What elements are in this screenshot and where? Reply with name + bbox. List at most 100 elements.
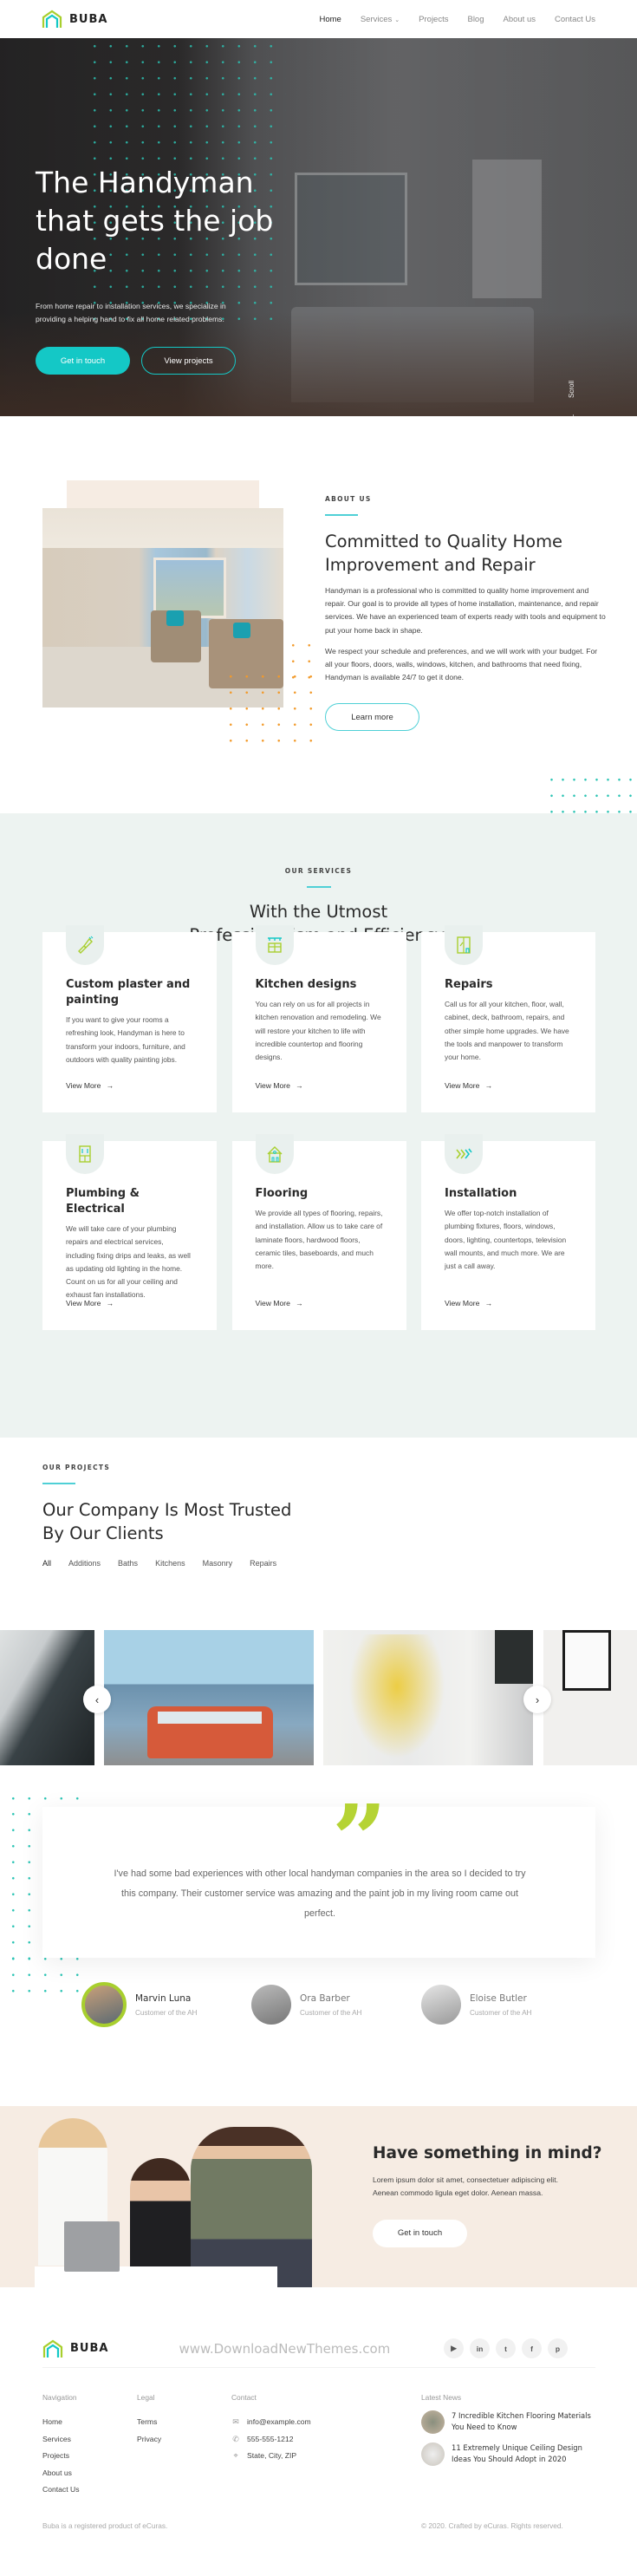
about-image-pillow <box>166 610 184 626</box>
nav-home[interactable]: Home <box>320 15 341 24</box>
site-header: BUBA Home Services ⌄ Projects Blog About … <box>0 0 637 38</box>
footer-bottom: Buba is a registered product of eCuras. … <box>42 2521 595 2530</box>
learn-more-button[interactable]: Learn more <box>325 703 419 732</box>
service-card: Custom plaster and painting If you want … <box>42 925 217 1112</box>
twitter-icon[interactable]: t <box>496 2338 516 2358</box>
project-image-frame <box>562 1630 611 1691</box>
filter-kitchens[interactable]: Kitchens <box>155 1559 185 1568</box>
contact-get-in-touch-button[interactable]: Get in touch <box>373 2219 467 2247</box>
view-more-link[interactable]: View More → <box>256 1081 303 1090</box>
contact-cta-paragraph: Lorem ipsum dolor sit amet, consectetuer… <box>373 2175 558 2198</box>
news-thumbnail <box>421 2410 445 2434</box>
filter-baths[interactable]: Baths <box>118 1559 138 1568</box>
filter-all[interactable]: All <box>42 1559 51 1568</box>
filter-repairs[interactable]: Repairs <box>250 1559 276 1568</box>
footer-link-terms[interactable]: Terms <box>137 2414 157 2431</box>
service-card: Repairs Call us for all your kitchen, fl… <box>421 925 595 1112</box>
filter-additions[interactable]: Additions <box>68 1559 101 1568</box>
chevron-down-icon: ⌄ <box>394 16 400 23</box>
about-paragraph: We respect your schedule and preferences… <box>325 646 598 682</box>
facebook-icon[interactable]: f <box>522 2338 542 2358</box>
project-image-blue-house-van[interactable] <box>104 1630 314 1765</box>
nav-about[interactable]: About us <box>504 15 536 24</box>
footer-contact-column: Contact ✉ info@example.com ✆ 555-555-1212 … <box>231 2393 311 2465</box>
gallery-prev-button[interactable]: ‹ <box>83 1686 111 1713</box>
project-image-staircase[interactable] <box>0 1630 94 1765</box>
view-more-link[interactable]: View More → <box>66 1081 114 1090</box>
view-more-link[interactable]: View More → <box>445 1299 492 1308</box>
footer-logo[interactable]: BUBA <box>42 2339 108 2358</box>
view-more-link[interactable]: View More → <box>66 1299 114 1308</box>
project-image-brick-wall[interactable] <box>543 1630 637 1765</box>
about-paragraph: Handyman is a professional who is commit… <box>325 586 606 635</box>
footer-news-column: Latest News 7 Incredible Kitchen Floorin… <box>421 2393 599 2466</box>
nav-services[interactable]: Services ⌄ <box>361 15 400 24</box>
team-photo-laptop <box>64 2221 120 2272</box>
nav-projects[interactable]: Projects <box>419 15 448 24</box>
footer-column-heading: Legal <box>137 2393 155 2402</box>
footer-link-services[interactable]: Services <box>42 2431 71 2449</box>
hero-subtitle: From home repair to installation service… <box>36 302 226 323</box>
testimonial-author[interactable]: Marvin Luna Customer of the AH <box>81 1982 251 2027</box>
footer-copyright: © 2020. Crafted by eCuras. Rights reserv… <box>421 2521 563 2530</box>
footer-link-home[interactable]: Home <box>42 2414 62 2431</box>
footer-top: BUBA www.DownloadNewThemes.com ▶ in t f … <box>42 2338 595 2358</box>
get-in-touch-button[interactable]: Get in touch <box>36 347 130 375</box>
service-text: We provide all types of flooring, repair… <box>255 1209 383 1271</box>
contact-cta-title: Have something in mind? <box>373 2144 602 2162</box>
linkedin-icon[interactable]: in <box>470 2338 490 2358</box>
view-more-link[interactable]: View More → <box>256 1299 303 1308</box>
projects-title-line: Our Company Is Most Trusted <box>42 1500 292 1520</box>
service-text: We will take care of your plumbing repai… <box>66 1224 191 1300</box>
footer-email[interactable]: info@example.com <box>247 2414 311 2431</box>
arrow-right-icon: → <box>106 1299 114 1308</box>
watermark: www.DownloadNewThemes.com <box>179 2340 391 2357</box>
view-projects-button[interactable]: View projects <box>141 347 236 375</box>
kitchen-cabinet-icon <box>255 925 294 965</box>
project-image-kitchen-flowers[interactable] <box>323 1630 533 1765</box>
view-more-link[interactable]: View More → <box>445 1081 492 1090</box>
decorative-dots <box>5 1951 92 1999</box>
chevron-right-icon: › <box>535 1692 540 1706</box>
view-more-label: View More <box>445 1081 480 1090</box>
hero-title: The Handyman that gets the job done <box>36 166 274 276</box>
view-more-label: View More <box>255 1081 290 1090</box>
testimonial-author[interactable]: Ora Barber Customer of the AH <box>251 1982 421 2027</box>
services-eyebrow: OUR SERVICES <box>284 867 353 875</box>
services-title-line: With the Utmost <box>249 902 388 922</box>
avatar <box>251 1985 291 2025</box>
news-item[interactable]: 11 Extremely Unique Ceiling Design Ideas… <box>421 2442 599 2466</box>
pinterest-icon[interactable]: p <box>548 2338 568 2358</box>
house-logo-icon <box>42 10 62 28</box>
author-name: Marvin Luna <box>135 1992 192 2004</box>
footer-link-about[interactable]: About us <box>42 2465 72 2482</box>
service-title: Plumbing & Electrical <box>66 1187 140 1216</box>
footer-link-contact[interactable]: Contact Us <box>42 2481 80 2499</box>
projects-title: Our Company Is Most Trusted By Our Clien… <box>42 1498 291 1545</box>
footer-phone[interactable]: 555-555-1212 <box>247 2431 294 2449</box>
youtube-icon[interactable]: ▶ <box>444 2338 464 2358</box>
about-eyebrow: ABOUT US <box>325 495 372 503</box>
about-image-window <box>153 558 226 618</box>
author-role: Customer of the AH <box>470 2008 532 2017</box>
footer-link-projects[interactable]: Projects <box>42 2448 69 2465</box>
service-card: Flooring We provide all types of floorin… <box>231 1134 406 1330</box>
footer-nav-column: Navigation Home Services Projects About … <box>42 2393 80 2499</box>
nav-blog[interactable]: Blog <box>467 15 484 24</box>
service-card: Installation We offer top-notch installa… <box>421 1134 595 1330</box>
nav-contact[interactable]: Contact Us <box>555 15 595 24</box>
about-image-pillow <box>233 623 250 638</box>
footer-link-privacy[interactable]: Privacy <box>137 2431 161 2449</box>
news-item[interactable]: 7 Incredible Kitchen Flooring Materials … <box>421 2410 599 2434</box>
logo-text: BUBA <box>70 2342 109 2355</box>
testimonial-author[interactable]: Eloise Butler Customer of the AH <box>421 1982 591 2027</box>
scroll-indicator[interactable]: Scroll <box>568 381 575 398</box>
filter-masonry[interactable]: Masonry <box>203 1559 233 1568</box>
service-title: Kitchen designs <box>255 978 357 991</box>
contact-cta-section: Have something in mind? Lorem ipsum dolo… <box>0 2106 637 2287</box>
logo[interactable]: BUBA <box>42 10 107 29</box>
plumbing-cabinet-icon <box>66 1134 104 1174</box>
gallery-next-button[interactable]: › <box>523 1686 551 1713</box>
decorative-dots <box>5 1790 92 1803</box>
projects-eyebrow: OUR PROJECTS <box>42 1464 111 1471</box>
